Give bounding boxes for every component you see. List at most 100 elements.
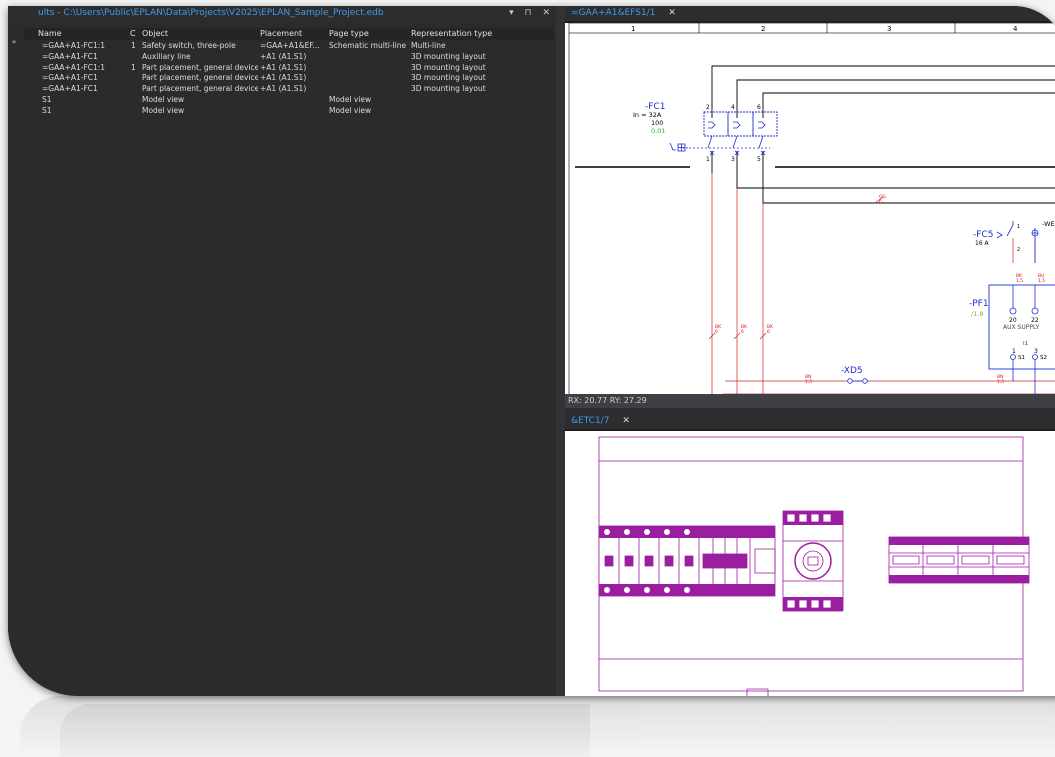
close-icon[interactable]: ✕ xyxy=(542,8,550,18)
terminal-label: 2 xyxy=(706,104,710,111)
table-row[interactable]: =GAA+A1-FC1:1 1 Part placement, general … xyxy=(24,63,554,74)
red-wires xyxy=(708,173,1055,394)
column-header-representation-type[interactable]: Representation type xyxy=(411,28,492,40)
schematic-drawing: 1 2 3 4 BK 6 BK 6 BK 6 OG 6 BK 1,5 BU 1,… xyxy=(568,23,1055,394)
fc1-safety-switch[interactable]: -FC1 In = 32A 100 0,01 2 4 6 1 3 5 xyxy=(633,102,778,163)
panel-menu-icon[interactable]: ▾ xyxy=(509,8,514,18)
pf1-tag: -PF1 xyxy=(969,299,989,309)
tab-layout-page-label: &ETC1/7 xyxy=(571,416,610,426)
coordinate-status-bar: RX: 20.77 RY: 27.29 xyxy=(565,394,1055,408)
tab-layout-page[interactable]: &ETC1/7 ✕ xyxy=(565,414,636,429)
breaker-row[interactable] xyxy=(598,525,776,597)
column-header-object[interactable]: Object xyxy=(142,28,168,40)
cell-object: Part placement, general device xyxy=(142,73,258,83)
terminal-label: 3 xyxy=(731,156,735,163)
tab-close-icon[interactable]: ✕ xyxy=(668,8,676,18)
cell-count: 1 xyxy=(131,41,136,50)
wire-gauge-label: 1,5 xyxy=(805,379,812,385)
cell-placement: =GAA+A1&EF... xyxy=(260,41,320,50)
cell-name: =GAA+A1-FC1 xyxy=(42,84,98,94)
wire-gauge-label: 1,5 xyxy=(1016,278,1023,284)
pf1-terminal-label: 20 xyxy=(1009,317,1017,324)
cell-placement: +A1 (A1.S1) xyxy=(260,62,307,72)
cell-name: S1 xyxy=(42,94,52,104)
pf1-input-label: S2 xyxy=(1040,355,1047,361)
cell-name: =GAA+A1-FC1 xyxy=(42,73,98,83)
schematic-canvas[interactable]: 1 2 3 4 BK 6 BK 6 BK 6 OG 6 BK 1,5 BU 1,… xyxy=(565,23,1055,394)
results-table-body: =GAA+A1-FC1:1 1 Safety switch, three-pol… xyxy=(24,41,554,117)
cell-object: Model view xyxy=(142,94,185,104)
window-reflection xyxy=(20,696,1055,757)
results-panel: ults - C:\Users\Public\EPLAN\Data\Projec… xyxy=(8,6,556,696)
pf1-label: AUX SUPPLY xyxy=(1003,324,1039,331)
panel-splitter[interactable] xyxy=(556,6,565,696)
pf1-input-label: I1 xyxy=(1023,341,1028,347)
cell-name: =GAA+A1-FC1:1 xyxy=(42,62,106,72)
cell-object: Model view xyxy=(142,105,185,115)
column-label: 1 xyxy=(631,25,635,33)
terminal-label: 1 xyxy=(706,156,710,163)
table-row[interactable]: =GAA+A1-FC1 Part placement, general devi… xyxy=(24,84,554,95)
wire-gauge-label: 6 xyxy=(715,329,718,335)
tab-schematic-page[interactable]: =GAA+A1&EFS1/1 ✕ xyxy=(565,6,682,21)
terminal-label: 2 xyxy=(1017,247,1020,253)
cell-count: 1 xyxy=(131,62,136,72)
panel-controls: ▾ ⊓ ✕ xyxy=(501,6,550,21)
column-label: 2 xyxy=(761,25,765,33)
cell-page-type: Schematic multi-line xyxy=(329,41,407,50)
pf1-reference: /1.8 xyxy=(971,310,984,318)
wire-labels: BK 6 BK 6 BK 6 OG 6 BK 1,5 BU 1,5 BN 1,5… xyxy=(715,194,1045,385)
column-header-placement[interactable]: Placement xyxy=(260,28,302,40)
fc5-breaker[interactable]: -FC5 16 A -WE2:9 1 2 xyxy=(973,220,1055,263)
table-row[interactable]: S1 Model view Model view xyxy=(24,106,554,117)
cell-representation-type: 3D mounting layout xyxy=(411,51,486,61)
wire-gauge-label: 6 xyxy=(767,329,770,335)
terminal-block-row[interactable] xyxy=(888,536,1030,584)
cable-reference: -WE2:9 xyxy=(1042,220,1055,228)
cell-object: Part placement, general device xyxy=(142,84,258,94)
column-strip xyxy=(568,23,1055,34)
coordinate-readout: RX: 20.77 RY: 27.29 xyxy=(568,396,647,405)
fc5-rating: 16 A xyxy=(975,240,990,247)
xd5-tag: -XD5 xyxy=(841,366,863,376)
cell-name: =GAA+A1-FC1:1 xyxy=(42,41,106,50)
pf1-terminal-label: 3 xyxy=(1034,348,1038,355)
cell-page-type: Model view xyxy=(329,94,372,104)
wire-gauge-label: 6 xyxy=(879,199,882,205)
tab-close-icon[interactable]: ✕ xyxy=(622,416,630,426)
cell-object: Safety switch, three-pole xyxy=(142,41,236,50)
table-row[interactable]: S1 Model view Model view xyxy=(24,95,554,106)
fc1-value-2: 0,01 xyxy=(651,127,665,135)
column-header-page-type[interactable]: Page type xyxy=(329,28,369,40)
wire-gauge-label: 6 xyxy=(741,329,744,335)
table-row[interactable]: =GAA+A1-FC1 Auxiliary line +A1 (A1.S1) 3… xyxy=(24,52,554,63)
column-header-count[interactable]: C xyxy=(130,28,136,40)
cell-object: Part placement, general device xyxy=(142,62,258,72)
cell-placement: +A1 (A1.S1) xyxy=(260,73,307,83)
pin-icon[interactable]: ⊓ xyxy=(525,8,532,18)
pf1-device[interactable]: -PF1 /1.8 20 22 AUX SUPPLY I1 1 3 S1 S2 xyxy=(969,284,1055,394)
cell-placement: +A1 (A1.S1) xyxy=(260,51,307,61)
cell-name: =GAA+A1-FC1 xyxy=(42,51,98,61)
mounting-layout-canvas[interactable] xyxy=(565,431,1055,696)
column-header-name[interactable]: Name xyxy=(38,28,62,40)
fc5-tag: -FC5 xyxy=(973,230,993,240)
terminal-label: 6 xyxy=(757,104,761,111)
cell-representation-type: 3D mounting layout xyxy=(411,62,486,72)
terminal-label: 5 xyxy=(757,156,761,163)
layout-tab-bar: &ETC1/7 ✕ xyxy=(565,414,1055,429)
wire-gauge-label: 1,5 xyxy=(1038,278,1045,284)
cell-name: S1 xyxy=(42,105,52,115)
app-window: ults - C:\Users\Public\EPLAN\Data\Projec… xyxy=(8,6,1055,696)
row-marker: * xyxy=(12,39,16,48)
results-panel-title-bar: ults - C:\Users\Public\EPLAN\Data\Projec… xyxy=(8,6,556,21)
terminal-label: 1 xyxy=(1017,224,1020,230)
table-row[interactable]: =GAA+A1-FC1:1 1 Safety switch, three-pol… xyxy=(24,41,554,52)
table-header: Name C Object Placement Page type Repres… xyxy=(24,28,554,40)
table-row[interactable]: =GAA+A1-FC1 Part placement, general devi… xyxy=(24,73,554,84)
safety-switch-layout[interactable] xyxy=(782,510,844,612)
schematic-tab-bar: =GAA+A1&EFS1/1 ✕ xyxy=(565,6,1055,21)
fc1-value: 100 xyxy=(651,119,663,127)
cell-representation-type: 3D mounting layout xyxy=(411,73,486,83)
pf1-input-label: S1 xyxy=(1018,355,1025,361)
